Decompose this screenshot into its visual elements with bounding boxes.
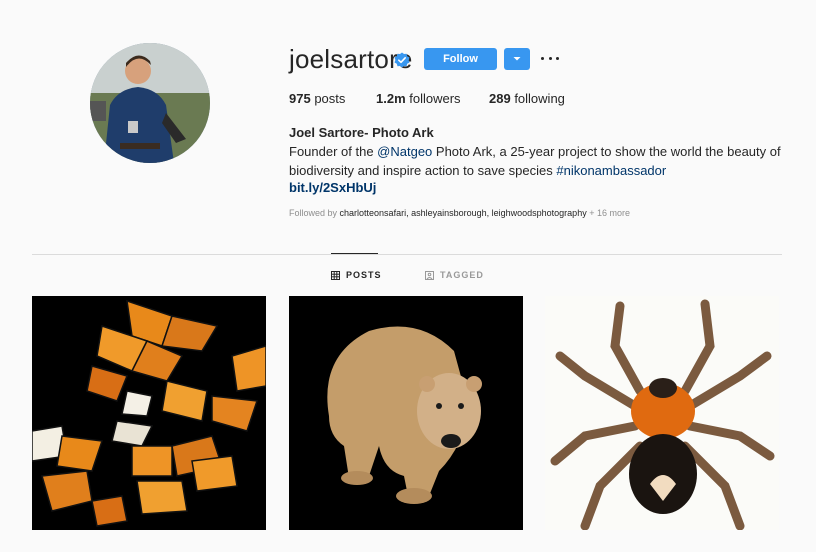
profile-full-name: Joel Sartore- Photo Ark [289, 125, 434, 140]
grid-icon [331, 270, 340, 280]
bio-mention-link[interactable]: @Natgeo [377, 144, 432, 159]
bio-external-link[interactable]: bit.ly/2SxHbUj [289, 180, 376, 195]
profile-avatar[interactable] [90, 43, 210, 163]
tag-icon [425, 270, 434, 280]
followed-by-more: + 16 more [586, 208, 630, 218]
followers-count-value: 1.2m [376, 91, 406, 106]
tab-posts[interactable]: POSTS [331, 270, 382, 280]
followed-by[interactable]: Followed by charlotteonsafari, ashleyain… [289, 208, 630, 218]
active-tab-indicator [331, 253, 378, 254]
suggestions-dropdown-button[interactable] [504, 48, 530, 70]
verified-badge-icon [394, 52, 410, 68]
post-monarch-butterflies[interactable] [32, 296, 266, 530]
followers-link[interactable]: 1.2m followers [376, 91, 461, 106]
tab-tagged-label: TAGGED [440, 270, 484, 280]
bio-text-prefix: Founder of the [289, 144, 378, 159]
posts-count: 975 posts [289, 91, 345, 106]
tab-tagged[interactable]: TAGGED [425, 270, 484, 280]
post-tarantula[interactable] [545, 296, 779, 530]
more-options-icon[interactable] [541, 51, 559, 65]
profile-bio: Founder of the @Natgeo Photo Ark, a 25-y… [289, 142, 789, 180]
chevron-down-icon [513, 57, 521, 61]
posts-count-label: posts [310, 91, 346, 106]
followed-by-prefix: Followed by [289, 208, 340, 218]
tab-posts-label: POSTS [346, 270, 382, 280]
post-polar-bear[interactable] [289, 296, 523, 530]
tabs-divider [32, 254, 782, 255]
followed-by-users: charlotteonsafari, ashleyainsborough, le… [339, 208, 587, 218]
follow-button[interactable]: Follow [424, 48, 497, 70]
following-count-value: 289 [489, 91, 511, 106]
following-link[interactable]: 289 following [489, 91, 565, 106]
followers-count-label: followers [405, 91, 461, 106]
following-count-label: following [510, 91, 565, 106]
bio-hashtag-link[interactable]: #nikonambassador [556, 163, 666, 178]
posts-count-value: 975 [289, 91, 311, 106]
